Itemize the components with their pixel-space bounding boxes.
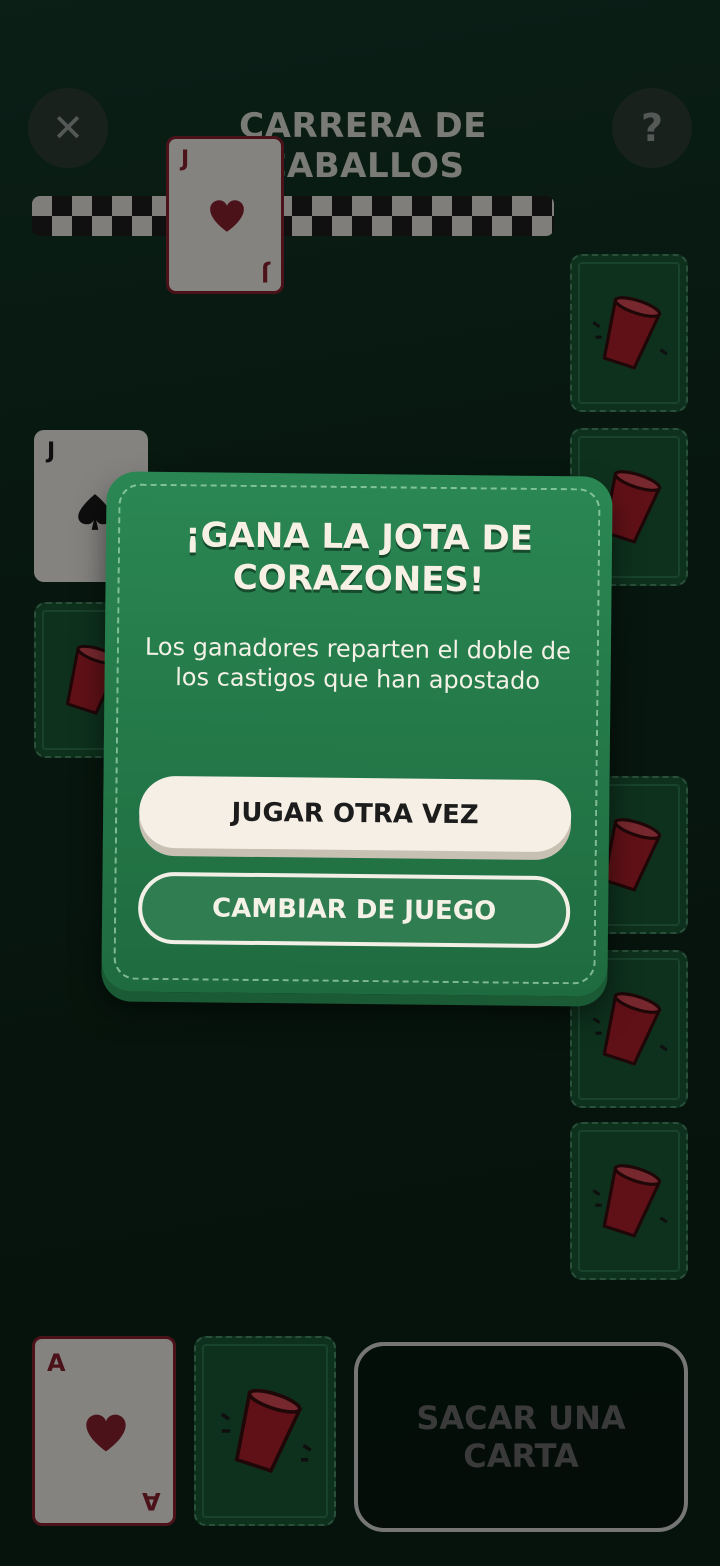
modal-message: Los ganadores reparten el doble de los c… xyxy=(144,632,572,695)
change-game-label: CAMBIAR DE JUEGO xyxy=(211,893,497,927)
change-game-button[interactable]: CAMBIAR DE JUEGO xyxy=(137,871,571,949)
modal-title: ¡GANA LA JOTA DE CORAZONES! xyxy=(184,515,534,601)
result-modal: ¡GANA LA JOTA DE CORAZONES! Los ganadore… xyxy=(101,471,613,997)
play-again-label: JUGAR OTRA VEZ xyxy=(231,797,479,831)
play-again-button[interactable]: JUGAR OTRA VEZ xyxy=(138,775,572,853)
